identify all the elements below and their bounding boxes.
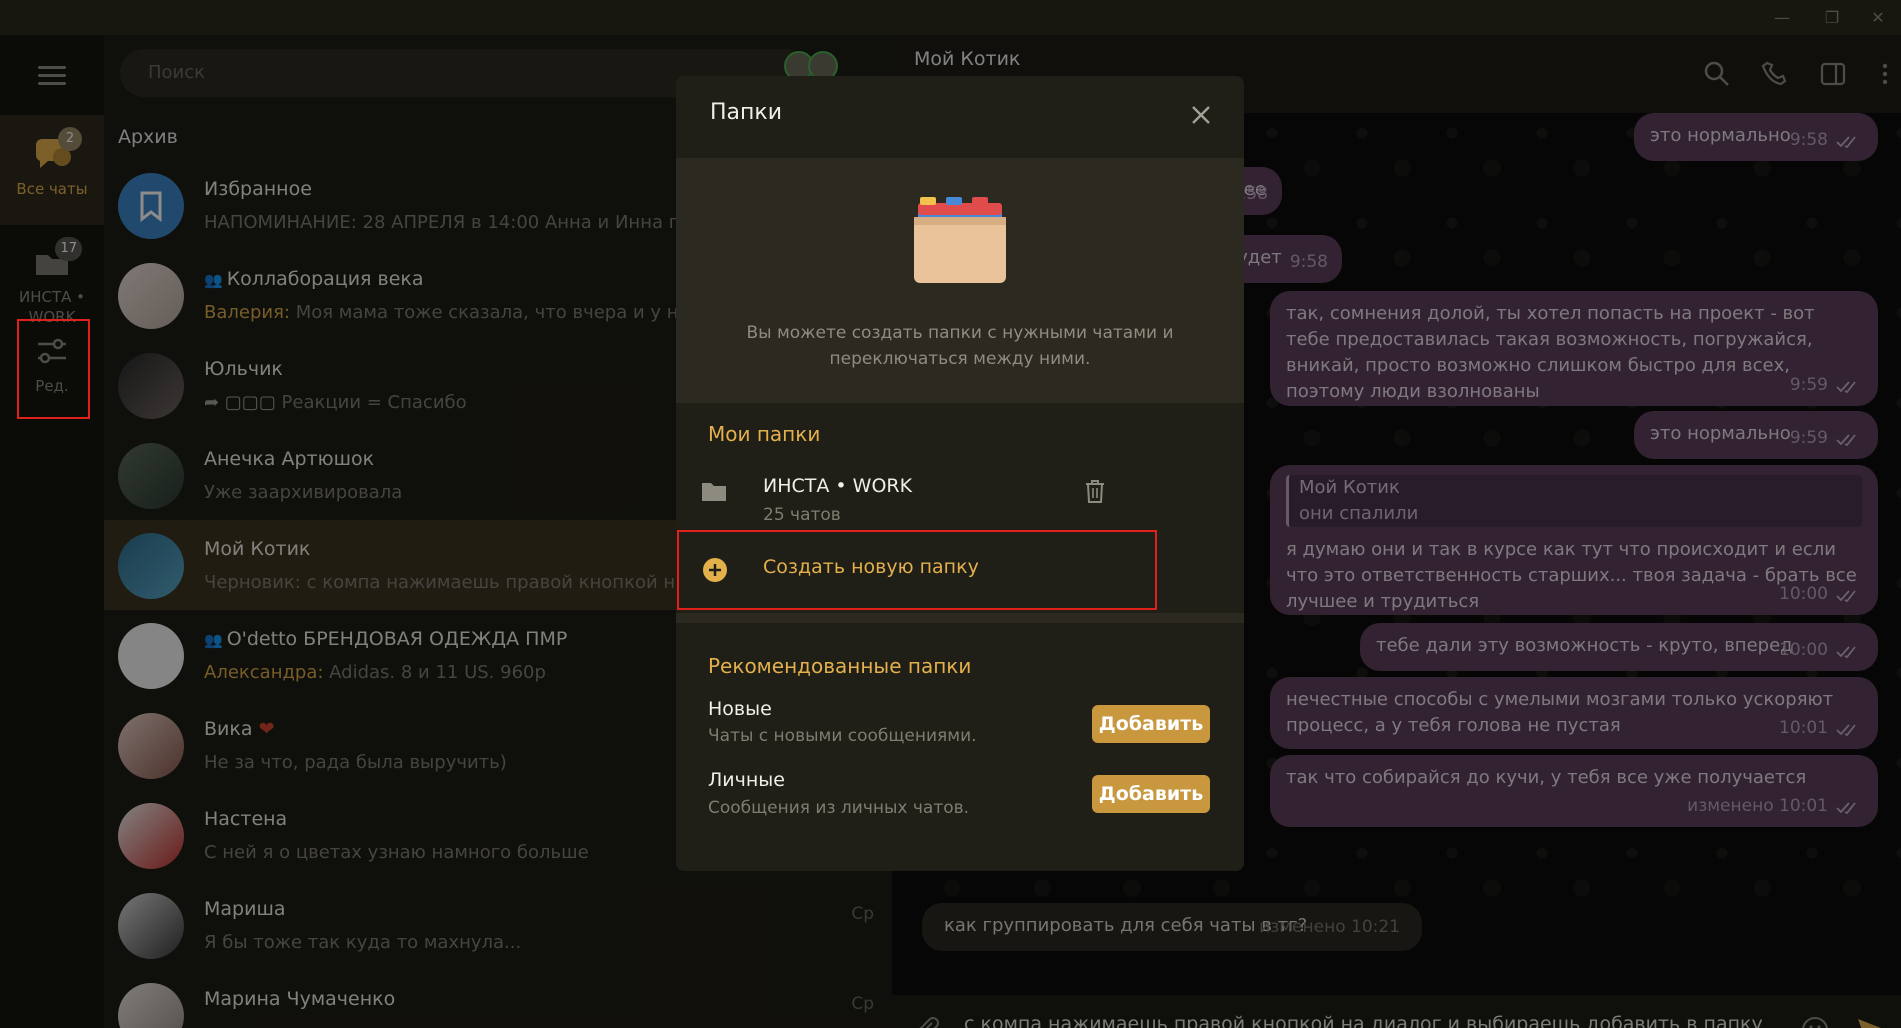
annotation-frame-edit [17, 319, 90, 419]
add-personal-folder-button[interactable]: Добавить [1092, 775, 1210, 813]
my-folders-heading: Мои папки [708, 422, 821, 446]
annotation-frame-create [677, 530, 1157, 610]
folder-count: 25 чатов [763, 505, 841, 525]
recommended-folder-desc: Сообщения из личных чатов. [708, 798, 970, 818]
dialog-title: Папки [710, 100, 782, 125]
divider [676, 613, 1244, 623]
folders-illustration-icon [914, 197, 1006, 283]
recommended-heading: Рекомендованные папки [708, 654, 972, 678]
folders-illustration-panel: Вы можете создать папки с нужными чатами… [676, 158, 1244, 403]
folders-dialog: Папки Вы можете создать папки с нужными … [676, 76, 1244, 871]
folder-icon [702, 483, 726, 501]
folder-name: ИНСТА • WORK [763, 475, 913, 497]
add-new-folder-button[interactable]: Добавить [1092, 705, 1210, 743]
dialog-description: Вы можете создать папки с нужными чатами… [746, 323, 1174, 369]
recommended-folder-name: Личные [708, 769, 785, 791]
recommended-folder-name: Новые [708, 698, 772, 720]
recommended-folder-desc: Чаты с новыми сообщениями. [708, 726, 977, 746]
close-icon[interactable] [1184, 98, 1218, 132]
trash-icon[interactable] [1082, 477, 1108, 505]
